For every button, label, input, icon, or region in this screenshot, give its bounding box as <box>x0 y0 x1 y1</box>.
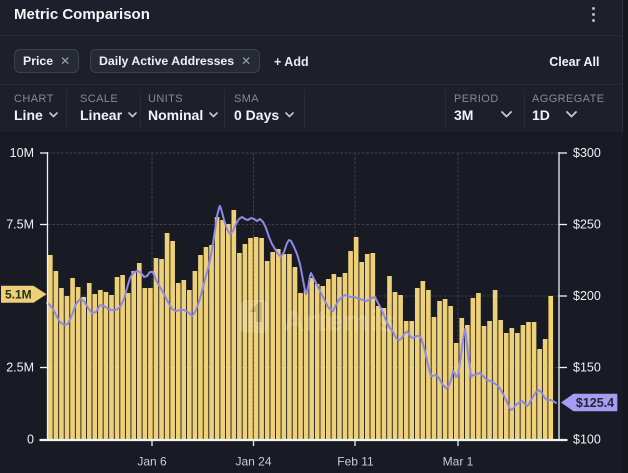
svg-text:7.5M: 7.5M <box>6 218 34 232</box>
svg-text:0: 0 <box>27 433 34 447</box>
svg-text:$300: $300 <box>573 146 601 160</box>
svg-text:$100: $100 <box>573 433 601 447</box>
svg-text:$150: $150 <box>573 361 601 375</box>
svg-text:$250: $250 <box>573 218 601 232</box>
svg-text:$200: $200 <box>573 289 601 303</box>
svg-text:Feb 11: Feb 11 <box>337 455 374 469</box>
svg-text:$125.4: $125.4 <box>576 396 614 410</box>
svg-text:Artemis: Artemis <box>283 305 395 338</box>
svg-text:Mar 1: Mar 1 <box>443 455 474 469</box>
svg-text:Jan 24: Jan 24 <box>235 455 271 469</box>
svg-text:10M: 10M <box>10 146 34 160</box>
svg-text:5.1M: 5.1M <box>5 288 32 302</box>
svg-text:2.5M: 2.5M <box>6 361 34 375</box>
svg-text:Jan 6: Jan 6 <box>137 455 167 469</box>
